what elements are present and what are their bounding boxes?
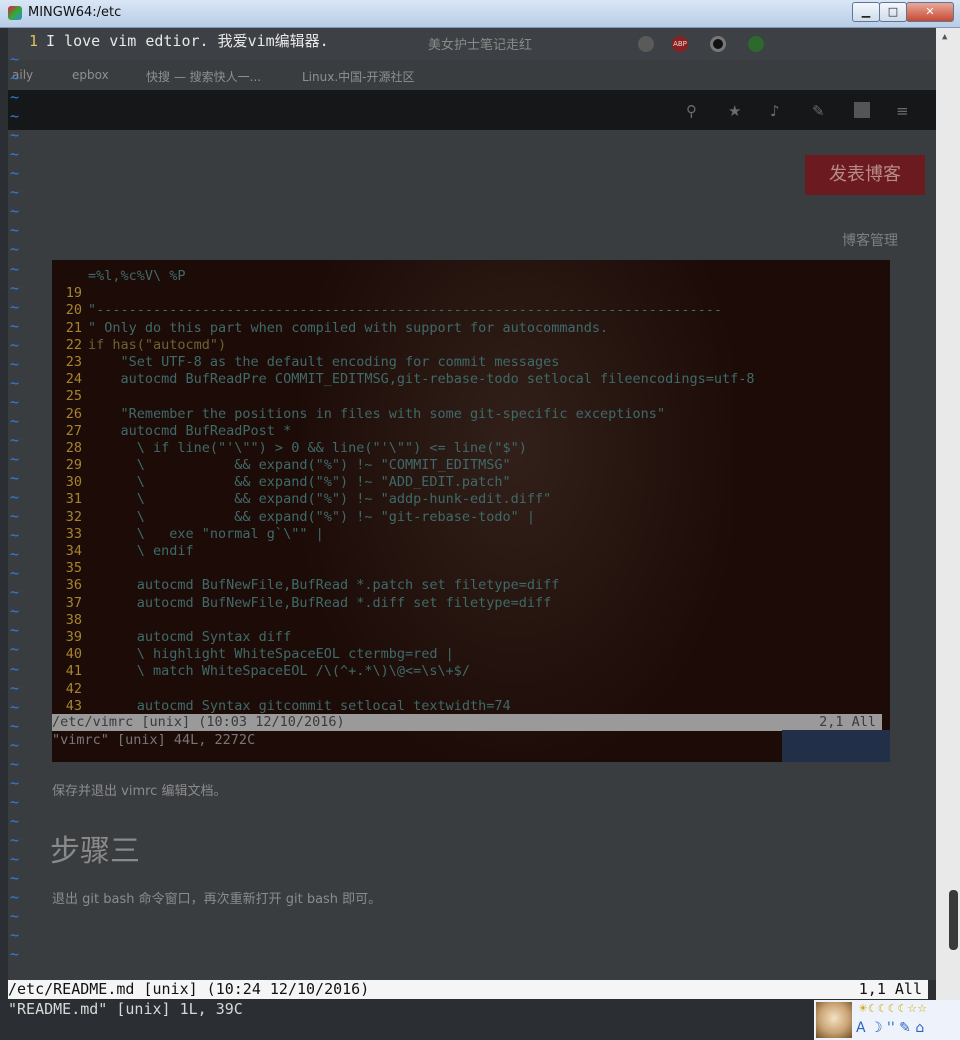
maximize-button[interactable]: □ <box>879 2 907 22</box>
tilde-marker: ~ <box>10 792 20 811</box>
tilde-marker: ~ <box>10 945 20 964</box>
avatar <box>816 1002 852 1038</box>
tilde-marker: ~ <box>10 640 20 659</box>
tilde-marker: ~ <box>10 621 20 640</box>
tilde-marker: ~ <box>10 926 20 945</box>
tilde-marker: ~ <box>10 164 20 183</box>
tilde-marker: ~ <box>10 145 20 164</box>
tilde-marker: ~ <box>10 488 20 507</box>
ime-tray[interactable]: ☀☾☾☾☾☆☆ A ☽ '' ✎ ⌂ <box>814 1000 960 1040</box>
tilde-marker: ~ <box>10 678 20 697</box>
empty-line-markers: ~ ~ ~ ~ ~ ~ ~ ~ ~ ~ ~ ~ ~ ~ ~ ~ ~ ~ ~ ~ ~ ~ ~ ~ ~ ~ ~ ~ ~ ~ ~ ~ ~ ~ ~ ~ ~ ~ ~ ~… <box>10 50 30 964</box>
tilde-marker: ~ <box>10 335 20 354</box>
weather-icons: ☀☾☾☾☾☆☆ <box>858 1002 928 1015</box>
tilde-marker: ~ <box>10 126 20 145</box>
tilde-marker: ~ <box>10 183 20 202</box>
tilde-marker: ~ <box>10 716 20 735</box>
tilde-marker: ~ <box>10 449 20 468</box>
vim-message-line: "README.md" [unix] 1L, 39C <box>8 1000 243 1018</box>
buffer-line-1[interactable]: 1 I love vim edtior. 我爱vim编辑器. <box>8 30 329 51</box>
tilde-marker: ~ <box>10 697 20 716</box>
ime-toolbar[interactable]: A ☽ '' ✎ ⌂ <box>856 1020 924 1036</box>
tilde-marker: ~ <box>10 659 20 678</box>
line-text[interactable]: I love vim edtior. 我爱vim编辑器. <box>46 32 329 50</box>
status-cursor-position: 1,1 All <box>858 980 922 998</box>
tilde-marker: ~ <box>10 221 20 240</box>
tilde-marker: ~ <box>10 735 20 754</box>
tilde-marker: ~ <box>10 545 20 564</box>
tilde-marker: ~ <box>10 869 20 888</box>
tilde-marker: ~ <box>10 69 20 88</box>
tilde-marker: ~ <box>10 830 20 849</box>
window-title: MINGW64:/etc <box>28 5 122 20</box>
tilde-marker: ~ <box>10 373 20 392</box>
minimize-button[interactable]: ▁ <box>852 2 880 22</box>
tilde-marker: ~ <box>10 888 20 907</box>
tilde-marker: ~ <box>10 278 20 297</box>
tilde-marker: ~ <box>10 754 20 773</box>
line-number: 1 <box>28 32 38 50</box>
tilde-marker: ~ <box>10 297 20 316</box>
tilde-marker: ~ <box>10 392 20 411</box>
vim-status-line: /etc/README.md [unix] (10:24 12/10/2016)… <box>8 980 928 999</box>
tilde-marker: ~ <box>10 564 20 583</box>
close-button[interactable]: ✕ <box>906 2 954 22</box>
tilde-marker: ~ <box>10 811 20 830</box>
tilde-marker: ~ <box>10 526 20 545</box>
tilde-marker: ~ <box>10 354 20 373</box>
title-bar: MINGW64:/etc ▁ □ ✕ <box>0 0 960 28</box>
vim-editor[interactable]: 1I love vim edtior. 我爱vim编辑器. ~ ~ ~ ~ ~ ~ ~ ~ ~ ~… <box>8 28 936 1040</box>
tilde-marker: ~ <box>10 773 20 792</box>
tilde-marker: ~ <box>10 507 20 526</box>
tilde-marker: ~ <box>10 430 20 449</box>
status-file-info: /etc/README.md [unix] (10:24 12/10/2016) <box>8 980 370 998</box>
tilde-marker: ~ <box>10 202 20 221</box>
tilde-marker: ~ <box>10 469 20 488</box>
tilde-marker: ~ <box>10 602 20 621</box>
tilde-marker: ~ <box>10 411 20 430</box>
tilde-marker: ~ <box>10 259 20 278</box>
mingw-icon <box>8 6 22 20</box>
tilde-marker: ~ <box>10 107 20 126</box>
tilde-marker: ~ <box>10 907 20 926</box>
scroll-up-arrow-icon[interactable]: ▲ <box>942 32 947 42</box>
tilde-marker: ~ <box>10 849 20 868</box>
tilde-marker: ~ <box>10 240 20 259</box>
tilde-marker: ~ <box>10 316 20 335</box>
scrollbar-thumb[interactable] <box>949 890 958 950</box>
vertical-scrollbar[interactable]: ▲ <box>936 28 960 1040</box>
tilde-marker: ~ <box>10 583 20 602</box>
tilde-marker: ~ <box>10 88 20 107</box>
tilde-marker: ~ <box>10 50 20 68</box>
